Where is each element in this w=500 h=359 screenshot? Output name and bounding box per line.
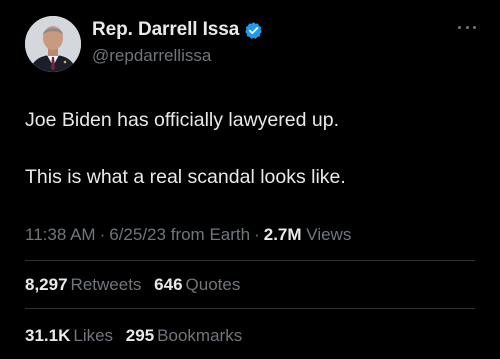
- stats-row-likes: 31.1K Likes 295 Bookmarks: [25, 326, 250, 346]
- likes-label: Likes: [73, 326, 114, 345]
- more-dot: [465, 26, 469, 29]
- quotes-stat[interactable]: 646 Quotes: [154, 275, 240, 295]
- quotes-label: Quotes: [185, 275, 241, 294]
- author-handle[interactable]: @repdarrellissa: [92, 46, 211, 66]
- bookmarks-stat[interactable]: 295 Bookmarks: [126, 326, 242, 346]
- author-name-row: Rep. Darrell Issa: [92, 19, 263, 41]
- avatar[interactable]: [25, 16, 81, 72]
- tweet-source: from Earth: [170, 225, 251, 244]
- bookmarks-count: 295: [125, 326, 155, 345]
- divider: [25, 308, 475, 309]
- likes-stat[interactable]: 31.1K Likes: [25, 326, 113, 346]
- likes-count: 31.1K: [25, 326, 71, 345]
- divider: [25, 260, 475, 261]
- retweets-stat[interactable]: 8,297 Retweets: [25, 275, 141, 295]
- tweet-text-line: Joe Biden has officially lawyered up.: [25, 109, 339, 131]
- tweet-meta: 11:38 AM · 6/25/23 from Earth · 2.7M Views: [25, 225, 351, 245]
- retweets-label: Retweets: [70, 275, 142, 294]
- more-options-icon[interactable]: [458, 26, 476, 32]
- more-dot: [458, 26, 461, 29]
- bookmarks-label: Bookmarks: [157, 326, 243, 345]
- views-label: Views: [306, 225, 352, 244]
- quotes-count: 646: [154, 275, 183, 294]
- meta-separator: ·: [99, 225, 106, 244]
- views-count[interactable]: 2.7M: [264, 225, 302, 244]
- verified-badge-icon[interactable]: [244, 21, 263, 40]
- tweet-card: Rep. Darrell Issa @repdarrellissa Joe Bi…: [0, 0, 500, 359]
- tweet-time[interactable]: 11:38 AM: [25, 225, 96, 244]
- stats-row-reposts: 8,297 Retweets 646 Quotes: [25, 275, 248, 295]
- tweet-text-line: This is what a real scandal looks like.: [25, 166, 346, 188]
- tweet-date[interactable]: 6/25/23: [109, 225, 166, 244]
- author-display-name[interactable]: Rep. Darrell Issa: [92, 19, 239, 41]
- more-dot: [473, 26, 476, 29]
- meta-separator: ·: [254, 225, 260, 244]
- retweets-count: 8,297: [25, 275, 68, 294]
